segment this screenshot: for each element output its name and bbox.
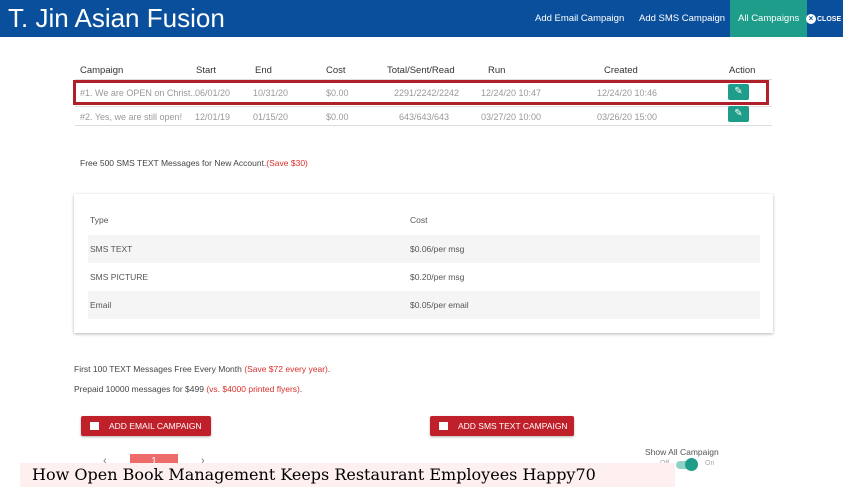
col-end: End	[255, 65, 272, 76]
pencil-icon: ✎	[734, 108, 743, 119]
campaign-name[interactable]: #2. Yes, we are still open!	[80, 112, 182, 122]
col-total: Total/Sent/Read	[387, 65, 455, 76]
cost: $0.00	[326, 112, 349, 122]
col-created: Created	[604, 65, 638, 76]
type-header: Type	[90, 215, 109, 225]
close-button[interactable]: × CLOSE	[806, 14, 841, 24]
col-cost: Cost	[326, 65, 346, 76]
toggle-on-label: On	[705, 460, 715, 467]
start-date: 12/01/19	[195, 112, 231, 122]
col-run: Run	[488, 65, 506, 76]
pricing-header: Type Cost	[88, 206, 760, 234]
edit-button[interactable]: ✎	[728, 106, 749, 122]
total-sent-read: 643/643/643	[399, 112, 450, 122]
app-title: T. Jin Asian Fusion	[8, 3, 225, 33]
close-icon: ×	[806, 14, 816, 24]
nav-add-sms-campaign[interactable]: Add SMS Campaign	[639, 0, 725, 37]
nav-all-campaigns[interactable]: All Campaigns	[730, 0, 808, 37]
promo-monthly: First 100 TEXT Messages Free Every Month…	[74, 364, 331, 374]
promo-new-account: Free 500 SMS TEXT Messages for New Accou…	[80, 158, 308, 168]
promo-prepaid: Prepaid 10000 messages for $499 (vs. $40…	[74, 384, 303, 394]
close-label: CLOSE	[817, 15, 842, 23]
divider	[75, 106, 772, 107]
end-date: 01/15/20	[253, 112, 289, 122]
add-email-campaign-button[interactable]: ADD EMAIL CAMPAIGN	[81, 416, 211, 436]
pricing-card: Type Cost SMS TEXT $0.06/per msg SMS PICTU…	[74, 194, 773, 333]
run-time: 03/27/20 10:00	[481, 112, 542, 122]
col-action: Action	[729, 65, 756, 76]
envelope-icon	[90, 422, 99, 430]
nav-add-email-campaign[interactable]: Add Email Campaign	[535, 0, 624, 37]
chat-icon	[439, 422, 448, 430]
show-all-label: Show All Campaign	[645, 447, 719, 457]
cost-header: Cost	[410, 215, 428, 225]
show-all-toggle[interactable]	[676, 458, 698, 471]
created-time: 03/26/20 15:00	[597, 112, 658, 122]
col-campaign: Campaign	[80, 65, 124, 76]
pricing-row: SMS PICTURE $0.20/per msg	[90, 272, 465, 282]
header-bar: T. Jin Asian Fusion Add Email Campaign A…	[0, 0, 843, 37]
pricing-row: Email $0.05/per email	[88, 291, 760, 319]
caption-banner: How Open Book Management Keeps Restauran…	[20, 463, 675, 487]
highlight-box	[73, 80, 769, 105]
add-sms-campaign-button[interactable]: ADD SMS TEXT CAMPAIGN	[430, 416, 574, 436]
col-start: Start	[196, 65, 217, 76]
divider	[75, 125, 772, 126]
pricing-row: SMS TEXT $0.06/per msg	[88, 235, 760, 263]
